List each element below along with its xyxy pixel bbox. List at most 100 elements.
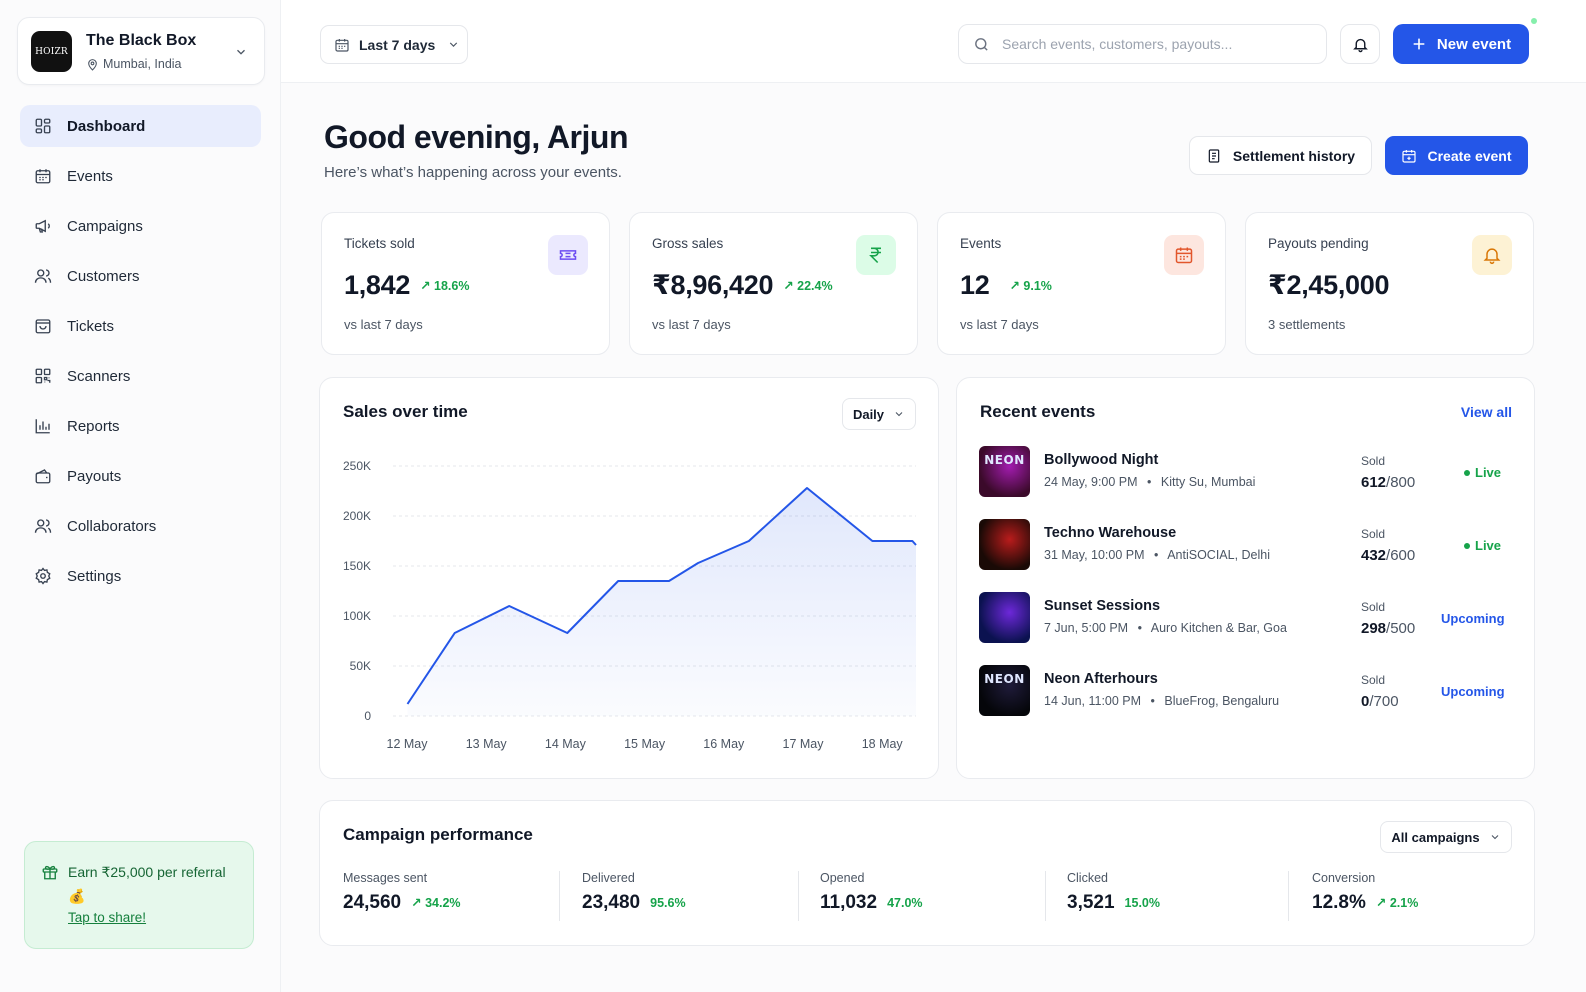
status-badge: Live <box>1464 465 1501 480</box>
referral-text-row: Earn ₹25,000 per referral 💰 <box>41 860 237 908</box>
stat-card-payouts-pending: Payouts pending ₹2,45,000 3 settlements <box>1245 212 1534 355</box>
sidebar-item-dashboard[interactable]: Dashboard <box>20 105 261 147</box>
y-tick-label: 50K <box>350 659 371 673</box>
top-bar: Last 7 days New event <box>281 0 1586 83</box>
sidebar-nav: Dashboard Events Campaigns Customers Tic… <box>20 105 261 605</box>
metric-delta-text: 15.0% <box>1124 896 1160 910</box>
stat-card-gross-sales: Gross sales ₹8,96,420 ↗ 22.4% vs last 7 d… <box>629 212 918 355</box>
org-switcher[interactable]: HOIZR The Black Box Mumbai, India <box>17 17 265 85</box>
metric-delta: 47.0% <box>887 896 922 910</box>
notifications-button[interactable] <box>1340 24 1380 64</box>
referral-text: Earn ₹25,000 per referral 💰 <box>68 860 226 908</box>
event-meta: 24 May, 9:00 PM • Kitty Su, Mumbai <box>1044 475 1255 489</box>
settlement-history-button[interactable]: Settlement history <box>1189 136 1372 175</box>
chevron-down-icon <box>450 42 458 47</box>
metric-value-text: 24,560 <box>343 892 402 913</box>
event-meta: 14 Jun, 11:00 PM • BlueFrog, Bengaluru <box>1044 694 1279 708</box>
event-name: Sunset Sessions <box>1044 598 1161 614</box>
event-row[interactable]: NEON Neon Afterhours 14 Jun, 11:00 PM • … <box>979 665 1514 717</box>
page-subtitle: Here’s what’s happening across your even… <box>324 164 622 181</box>
metric-delta-text: 47.0% <box>887 896 923 910</box>
event-thumbnail <box>979 592 1030 643</box>
org-logo: HOIZR <box>31 31 72 72</box>
sidebar-item-scanners[interactable]: Scanners <box>20 355 261 397</box>
sold-count: 432/600 <box>1361 547 1415 564</box>
x-tick-label: 18 May <box>862 737 904 751</box>
referral-message: Earn ₹25,000 per referral <box>68 864 226 880</box>
metric-delta: 15.0% <box>1125 896 1160 910</box>
stat-value-text: ₹2,45,000 <box>1268 270 1390 300</box>
y-tick-label: 200K <box>343 509 371 523</box>
campaign-metric: Opened 11,032 47.0% <box>820 871 923 923</box>
event-thumbnail-text: NEON <box>984 453 1025 467</box>
sidebar-item-reports[interactable]: Reports <box>20 405 261 447</box>
status-dot <box>1531 18 1537 24</box>
wallet-icon <box>35 469 51 484</box>
date-range-dropdown[interactable]: Last 7 days <box>320 25 468 64</box>
event-thumbnail: NEON <box>979 446 1030 497</box>
event-meta: 7 Jun, 5:00 PM • Auro Kitchen & Bar, Goa <box>1044 621 1287 635</box>
ticket-bag-icon <box>35 319 51 334</box>
campaign-filter-dropdown[interactable]: All campaigns <box>1380 821 1512 853</box>
bell-icon <box>1352 38 1368 52</box>
event-name: Neon Afterhours <box>1044 671 1158 687</box>
sold-value: 612 <box>1361 474 1387 491</box>
stat-card-tickets-sold: Tickets sold 1,842 ↗ 18.6% vs last 7 days <box>321 212 610 355</box>
separator-dot: • <box>1150 694 1155 708</box>
create-event-button[interactable]: Create event <box>1385 136 1528 175</box>
event-row[interactable]: NEON Bollywood Night 24 May, 9:00 PM • K… <box>979 446 1514 498</box>
recent-events-title: Recent events <box>980 402 1096 421</box>
event-name: Bollywood Night <box>1044 452 1159 468</box>
event-date: 7 Jun, 5:00 PM <box>1044 621 1129 635</box>
sidebar-item-campaigns[interactable]: Campaigns <box>20 205 261 247</box>
event-date: 14 Jun, 11:00 PM <box>1044 694 1142 708</box>
event-date: 31 May, 10:00 PM <box>1044 548 1145 562</box>
bar-chart-icon <box>35 419 50 434</box>
view-all-link[interactable]: View all <box>1461 404 1512 420</box>
stat-footnote: vs last 7 days <box>344 317 423 332</box>
metric-delta-text: 95.6% <box>650 896 686 910</box>
sidebar-item-settings[interactable]: Settings <box>20 555 261 597</box>
metric-value-text: 3,521 <box>1067 892 1115 913</box>
event-thumbnail <box>979 519 1030 570</box>
org-location: Mumbai, India <box>86 57 182 71</box>
y-tick-label: 150K <box>343 559 371 573</box>
date-range-label: Last 7 days <box>359 36 436 53</box>
search-icon <box>975 37 988 51</box>
metric-label: Delivered <box>582 871 635 885</box>
new-event-label: New event <box>1436 35 1512 53</box>
separator-dot: • <box>1147 475 1152 489</box>
referral-share-link[interactable]: Tap to share! <box>68 910 146 925</box>
referral-card: Earn ₹25,000 per referral 💰 Tap to share… <box>24 841 254 949</box>
sidebar-item-label: Campaigns <box>67 217 143 235</box>
search-input[interactable] <box>1002 36 1302 52</box>
separator-dot: • <box>1154 548 1159 562</box>
campaign-filter-label: All campaigns <box>1391 829 1480 845</box>
campaign-metric: Messages sent 24,560 ↗ 34.2% <box>343 871 461 923</box>
sidebar-item-events[interactable]: Events <box>20 155 261 197</box>
event-venue: AntiSOCIAL, Delhi <box>1167 548 1271 562</box>
search-box <box>958 24 1327 64</box>
sold-label: Sold <box>1361 600 1386 614</box>
separator-dot: • <box>1137 621 1142 635</box>
sidebar-item-collaborators[interactable]: Collaborators <box>20 505 261 547</box>
metric-label: Conversion <box>1312 871 1376 885</box>
event-row[interactable]: Sunset Sessions 7 Jun, 5:00 PM • Auro Ki… <box>979 592 1514 644</box>
sales-chart-card: Sales over time Daily 0 50K 100K 150K 200K 25… <box>319 377 939 779</box>
sidebar-item-label: Settings <box>67 567 122 585</box>
metric-value: 12.8% ↗ 2.1% <box>1312 892 1418 914</box>
stat-footnote: 3 settlements <box>1268 317 1346 332</box>
event-row[interactable]: Techno Warehouse 31 May, 10:00 PM • Anti… <box>979 519 1514 571</box>
stat-label: Payouts pending <box>1268 236 1369 251</box>
event-thumbnail-text: NEON <box>984 672 1025 686</box>
sidebar-item-customers[interactable]: Customers <box>20 255 261 297</box>
stat-delta: ↗ 18.6% <box>420 279 470 293</box>
metric-label: Opened <box>820 871 865 885</box>
sidebar-item-tickets[interactable]: Tickets <box>20 305 261 347</box>
new-event-button[interactable]: New event <box>1393 24 1529 64</box>
event-meta: 31 May, 10:00 PM • AntiSOCIAL, Delhi <box>1044 548 1270 562</box>
stat-delta-text: 18.6% <box>434 279 470 293</box>
y-tick-label: 0 <box>364 709 371 723</box>
sidebar-item-payouts[interactable]: Payouts <box>20 455 261 497</box>
create-event-label: Create event <box>1427 147 1512 164</box>
